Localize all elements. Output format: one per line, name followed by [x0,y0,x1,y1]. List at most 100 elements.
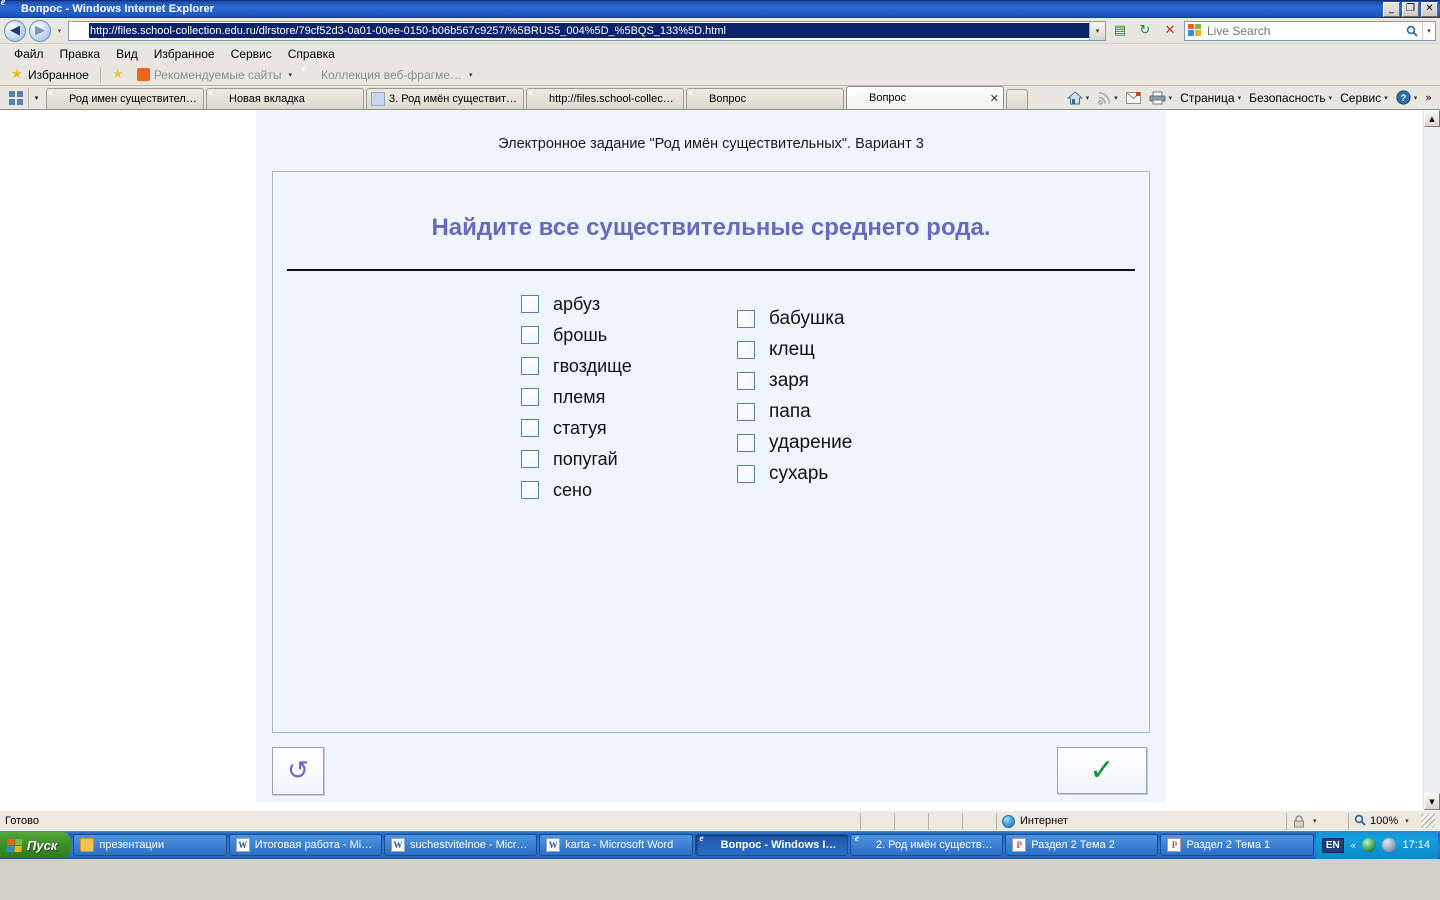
tab-rod-imen-1[interactable]: Род имен существител… [46,88,204,109]
option-zarya[interactable]: заря [737,370,1037,392]
checkbox[interactable] [737,341,755,359]
menu-item-file[interactable]: Файл [6,45,52,63]
checkbox[interactable] [521,388,539,406]
recent-pages-caret-icon[interactable]: ▾ [54,21,65,41]
chevron-down-icon[interactable]: ▾ [1169,94,1173,102]
taskbar-item-vopros-active[interactable]: Вопрос - Windows I… [694,834,848,856]
back-button[interactable]: ◀ [4,19,26,42]
resize-grip[interactable] [1421,814,1435,828]
tab-rod-imen-3[interactable]: 3. Род имён существит… [366,88,524,109]
tray-icon-network[interactable] [1362,838,1377,852]
taskbar-item-razdel-2-tema-1[interactable]: P Раздел 2 Тема 1 [1160,834,1314,856]
option-papa[interactable]: папа [737,401,1037,423]
address-dropdown-caret-icon[interactable]: ▾ [1089,21,1105,40]
checkbox[interactable] [737,434,755,452]
option-babushka[interactable]: бабушка [737,308,1037,330]
chevron-down-icon[interactable]: ▾ [1114,94,1118,102]
option-plemya[interactable]: племя [521,386,737,408]
chevron-down-icon[interactable]: ▾ [1414,94,1418,102]
checkbox[interactable] [521,481,539,499]
chevron-down-icon[interactable]: ▾ [1405,817,1409,825]
language-indicator[interactable]: EN [1321,837,1344,853]
new-tab-button[interactable] [1006,89,1028,109]
scrollbar-track[interactable] [1424,127,1440,793]
show-hidden-icons-chevron-icon[interactable]: « [1350,839,1357,852]
refresh-icon[interactable]: ↻ [1134,20,1156,41]
menu-item-help[interactable]: Справка [280,45,343,63]
feeds-button[interactable]: ▾ [1093,87,1122,108]
search-box[interactable]: ▾ [1184,20,1436,41]
zoom-control[interactable]: 100% ▾ [1348,812,1440,830]
restore-button[interactable]: ❐ [1402,1,1419,17]
tab-list-caret-icon[interactable]: ▾ [28,88,44,108]
checkbox[interactable] [521,450,539,468]
checkbox[interactable] [521,357,539,375]
search-provider-caret-icon[interactable]: ▾ [1422,21,1435,40]
close-button[interactable]: ✕ [1421,1,1438,17]
option-statuya[interactable]: статуя [521,417,737,439]
taskbar-item-karta[interactable]: W karta - Microsoft Word [539,834,693,856]
forward-button[interactable]: ▶ [29,19,51,42]
menu-item-tools[interactable]: Сервис [223,45,280,63]
taskbar-item-rod-imen-2[interactable]: 2. Род имён существи… [849,834,1004,856]
page-menu-button[interactable]: Страница ▾ [1176,87,1245,108]
chevron-down-icon[interactable]: ▾ [1238,94,1242,102]
help-button[interactable]: ? ▾ [1392,87,1422,108]
add-to-favorites-bar-icon[interactable]: ★ [107,67,130,82]
scroll-up-button[interactable]: ▲ [1424,110,1440,127]
protected-mode-indicator[interactable]: ▾ [1286,812,1348,830]
menu-item-favorites[interactable]: Избранное [146,45,223,63]
taskbar-item-prezentacii[interactable]: презентации [73,834,227,856]
suggested-sites-button[interactable]: Рекомендуемые сайты ▾ [132,67,297,83]
tab-vopros-active[interactable]: Вопрос ✕ [846,86,1004,109]
close-tab-icon[interactable]: ✕ [988,92,999,105]
submit-button[interactable]: ✓ [1057,747,1147,794]
quick-tabs-button[interactable] [4,88,28,108]
tab-new-tab[interactable]: Новая вкладка [206,88,364,109]
overflow-chevron-icon[interactable]: » [1421,91,1436,104]
checkbox[interactable] [521,295,539,313]
compatibility-view-icon[interactable]: ▤ [1109,20,1131,41]
checkbox[interactable] [737,403,755,421]
checkbox[interactable] [737,465,755,483]
menu-item-edit[interactable]: Правка [52,45,109,63]
option-gvozdishche[interactable]: гвоздище [521,355,737,377]
security-menu-button[interactable]: Безопасность ▾ [1245,87,1336,108]
stop-icon[interactable]: ✕ [1159,20,1181,41]
reset-button[interactable]: ↺ [272,747,324,795]
start-button[interactable]: Пуск [0,832,72,858]
scroll-down-button[interactable]: ▼ [1424,793,1440,810]
checkbox[interactable] [521,419,539,437]
search-submit-icon[interactable] [1402,22,1422,40]
chevron-down-icon[interactable]: ▾ [1086,94,1090,102]
print-button[interactable]: ▾ [1145,87,1177,108]
option-sukhar[interactable]: сухарь [737,463,1037,485]
mail-button[interactable] [1122,87,1145,108]
option-kleshch[interactable]: клещ [737,339,1037,361]
chevron-down-icon[interactable]: ▾ [1329,94,1333,102]
checkbox[interactable] [737,310,755,328]
home-button[interactable]: ▾ [1063,87,1094,108]
tray-icon-volume[interactable] [1382,838,1397,852]
checkbox[interactable] [737,372,755,390]
chevron-down-icon[interactable]: ▾ [289,71,293,79]
minimize-button[interactable]: _ [1383,1,1400,17]
search-input[interactable] [1205,22,1402,39]
option-popugay[interactable]: попугай [521,448,737,470]
option-udarenie[interactable]: ударение [737,432,1037,454]
taskbar-item-suchestvitelnoe[interactable]: W suchestvitelnoe - Micro… [384,834,538,856]
checkbox[interactable] [521,326,539,344]
taskbar-item-itogovaya-rabota[interactable]: W Итоговая работа - Mic… [228,834,382,856]
menu-item-view[interactable]: Вид [108,45,146,63]
vertical-scrollbar[interactable]: ▲ ▼ [1423,110,1440,810]
chevron-down-icon[interactable]: ▾ [1313,817,1317,825]
option-brosh[interactable]: брошь [521,324,737,346]
address-bar[interactable]: http://files.school-collection.edu.ru/dl… [68,20,1106,41]
security-zone[interactable]: Интернет [996,812,1286,830]
address-input[interactable]: http://files.school-collection.edu.ru/dl… [89,23,1089,38]
taskbar-item-razdel-2-tema-2[interactable]: P Раздел 2 Тема 2 [1005,834,1159,856]
option-seno[interactable]: сено [521,479,737,501]
chevron-down-icon[interactable]: ▾ [469,71,473,79]
chevron-down-icon[interactable]: ▾ [1384,94,1388,102]
tab-files-school-collection[interactable]: http://files.school-collec… [526,88,684,109]
